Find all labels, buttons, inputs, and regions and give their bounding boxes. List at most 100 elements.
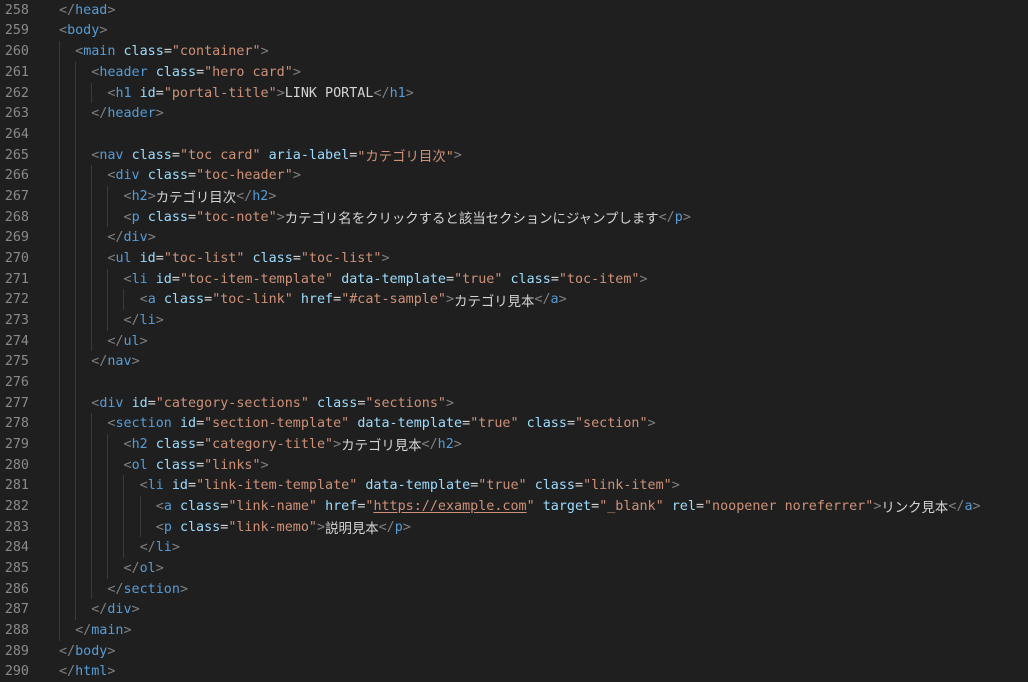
code-content: </header > <box>59 103 164 124</box>
code-line[interactable]: 271 < li id = "toc-item-template" data-temp… <box>0 268 1028 290</box>
code-line[interactable]: 263 </header > <box>0 103 1028 124</box>
code-line[interactable]: 258 </head > <box>0 0 1028 21</box>
code-line[interactable]: 272 < a class = "toc-link" href = "#cat-sampl… <box>0 289 1028 311</box>
indent-guide <box>75 578 77 600</box>
code-line[interactable]: 260 < main class = "container" > <box>0 41 1028 62</box>
code-token: = <box>188 478 197 494</box>
code-token: > <box>558 292 567 308</box>
indent-guide <box>59 41 60 62</box>
code-token: h2 <box>437 436 454 452</box>
code-token: id <box>155 271 172 287</box>
code-editor[interactable]: 258 </head >259 < body >260 < main class = "cont… <box>0 0 1028 680</box>
indent-guide <box>91 310 93 331</box>
code-line[interactable]: 266 < div class = "toc-header" > <box>0 165 1028 187</box>
code-line[interactable]: 290 </html > <box>0 661 1028 682</box>
code-token: "toc-item-template" <box>179 271 334 287</box>
code-line[interactable]: 281 < li id = "link-item-template" data-tem… <box>0 475 1028 497</box>
code-line[interactable]: 289 </body > <box>0 641 1028 662</box>
code-token: li <box>139 312 156 328</box>
code-content: </div > <box>59 227 156 249</box>
code-line[interactable]: 276 <box>0 372 1028 393</box>
code-token: aria-label <box>268 147 350 163</box>
indent-guide <box>107 206 109 228</box>
code-token: "toc-link" <box>212 292 293 308</box>
line-number: 261 <box>4 64 29 80</box>
code-token: = <box>333 292 342 308</box>
indent-guide <box>59 62 60 83</box>
indent-guide <box>59 392 60 414</box>
code-line[interactable]: 280 < ol class = "links" > <box>0 454 1028 476</box>
code-token: > <box>276 85 285 101</box>
line-number: 272 <box>4 292 29 308</box>
code-token: head <box>75 2 108 18</box>
code-content: </main > <box>59 620 132 641</box>
code-line[interactable]: 287 </div > <box>0 599 1028 621</box>
code-content: </body > <box>59 641 115 662</box>
line-number: 268 <box>4 209 29 225</box>
code-token: < <box>75 44 84 60</box>
code-token: カテゴリ見本 <box>454 294 535 310</box>
line-number: 290 <box>4 664 29 680</box>
code-line[interactable]: 259 < body > <box>0 21 1028 42</box>
line-number: 285 <box>4 560 29 576</box>
indent-guide <box>75 124 77 145</box>
code-line[interactable]: 270 < ul id = "toc-list" class = "toc-list" > <box>0 248 1028 269</box>
code-token: body <box>67 23 100 39</box>
code-line[interactable]: 267 < h2 > カテゴリ目次 </h2 > <box>0 186 1028 207</box>
code-token: </ <box>107 230 124 246</box>
code-line[interactable]: 285 </ol > <box>0 558 1028 579</box>
code-token: < <box>91 147 100 163</box>
indent-guide <box>75 82 77 104</box>
code-line[interactable]: 279 < h2 class = "category-title" > カテゴリ見本 </h… <box>0 434 1028 455</box>
code-token: </ <box>421 436 438 452</box>
code-line[interactable]: 262 < h1 id = "portal-title" > LINK PORTAL </h… <box>0 82 1028 104</box>
code-token: = <box>695 498 704 514</box>
code-line[interactable]: 273 </li > <box>0 310 1028 331</box>
code-line[interactable]: 282 < a class = "link-name" href = " https://e… <box>0 496 1028 517</box>
indent-guide <box>91 516 93 538</box>
code-token: section <box>123 581 180 597</box>
code-token[interactable]: https://example.com <box>373 499 526 514</box>
code-line[interactable]: 278 < section id = "section-template" data-… <box>0 413 1028 435</box>
code-token: > <box>131 354 140 370</box>
code-token: < <box>123 457 132 473</box>
code-line[interactable]: 275 </nav > <box>0 351 1028 373</box>
code-line[interactable]: 264 <box>0 124 1028 145</box>
code-token: カテゴリ見本 <box>341 439 422 455</box>
code-token: "hero card" <box>204 64 293 80</box>
code-token: < <box>123 209 132 225</box>
code-token: "category-title" <box>204 436 334 452</box>
code-line[interactable]: 277 < div id = "category-sections" class = "s… <box>0 392 1028 414</box>
code-content: </section > <box>59 578 188 600</box>
indent-guide <box>91 186 93 207</box>
code-line[interactable]: 283 < p class = "link-memo" > 説明見本 </p > <box>0 516 1028 538</box>
code-line[interactable]: 265 < nav class = "toc card" aria-label = "カテ… <box>0 144 1028 166</box>
code-token: href <box>300 292 334 308</box>
indent-guide <box>59 103 60 124</box>
line-number: 273 <box>4 312 29 328</box>
code-line[interactable]: 269 </div > <box>0 227 1028 249</box>
line-number: 289 <box>4 643 29 659</box>
code-line[interactable]: 286 </section > <box>0 578 1028 600</box>
code-line[interactable]: 268 < p class = "toc-note" > カテゴリ名をクリックすると該当セ… <box>0 206 1028 228</box>
code-line[interactable]: 284 </li > <box>0 537 1028 559</box>
code-token: = <box>147 395 156 411</box>
indent-guide <box>91 454 93 476</box>
code-token: a <box>147 292 156 308</box>
code-token: > <box>402 519 411 535</box>
code-token: "category-sections" <box>155 395 309 411</box>
code-token: "sections" <box>365 395 446 411</box>
code-token: < <box>107 416 116 432</box>
code-token: > <box>268 188 277 204</box>
code-line[interactable]: 274 </ul > <box>0 330 1028 352</box>
code-line[interactable]: 261 < header class = "hero card" > <box>0 62 1028 83</box>
code-line[interactable]: 288 </main > <box>0 620 1028 641</box>
code-token: > <box>147 230 156 246</box>
code-token: "true" <box>454 271 503 287</box>
code-token: </ <box>139 540 156 556</box>
code-token: a <box>550 292 559 308</box>
